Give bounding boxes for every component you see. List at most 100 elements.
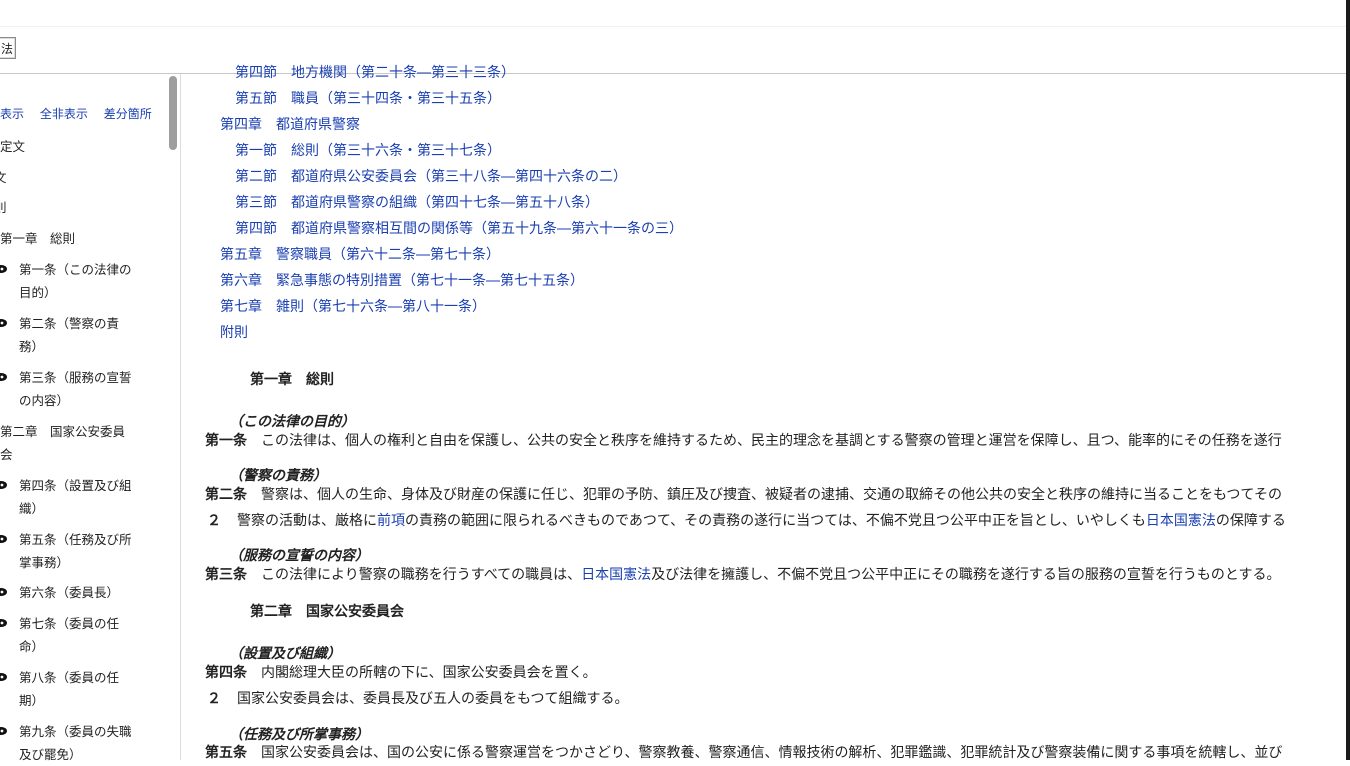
paragraph-text: の保障する — [1215, 513, 1286, 529]
label-line: 務） — [19, 339, 45, 354]
sidebar-item-label: 第一条（この法律の 目的） — [19, 258, 145, 304]
label-line: の内容） — [19, 393, 70, 408]
toolbar-divider — [0, 26, 1350, 27]
sidebar-item-label: 第五条（任務及び所 掌事務） — [19, 528, 145, 574]
article-4-paragraph-2: ２ 国家公安委員会は、委員長及び五人の委員をもつて組織する。 — [205, 688, 628, 708]
sidebar-item-label: 第八条（委員の任 期） — [19, 666, 145, 712]
eye-icon — [0, 727, 7, 735]
eye-icon — [0, 535, 7, 543]
constitution-link[interactable]: 日本国憲法 — [581, 567, 651, 583]
article-text: この法律は、個人の権利と自由を保護し、公共の安全と秩序を維持するため、民主的理念… — [261, 433, 1282, 449]
sidebar-divider — [180, 74, 181, 760]
sidebar-item-article3[interactable]: 第三条（服務の宣誓 の内容） — [0, 366, 150, 412]
sidebar-item-article6[interactable]: 第六条（委員長） — [0, 581, 150, 604]
label-line: 目的） — [19, 285, 57, 300]
diff-button[interactable]: 差分箇所 — [104, 107, 152, 121]
toc-link[interactable]: 第二節 都道府県公安委員会（第三十八条―第四十六条の二） — [235, 166, 627, 186]
toc-link[interactable]: 第四章 都道府県警察 — [220, 114, 360, 134]
eye-icon — [0, 373, 7, 381]
article-number: 第一条 — [205, 433, 247, 449]
sidebar-item-chapter1[interactable]: 第一章 総則 — [0, 227, 75, 250]
article-caption: （この法律の目的） — [229, 414, 355, 430]
sidebar-scrollbar-thumb[interactable] — [169, 76, 177, 150]
article-caption: （設置及び組織） — [229, 646, 341, 662]
label-line: 第九条（委員の失職 — [19, 724, 132, 739]
show-all-button[interactable]: 表示 — [0, 107, 24, 121]
label-line: 期） — [19, 693, 45, 708]
toc-link[interactable]: 第一節 総則（第三十六条・第三十七条） — [235, 140, 501, 160]
sidebar-item-article9[interactable]: 第九条（委員の失職 及び罷免） — [0, 720, 150, 766]
paragraph-text: 国家公安委員会は、委員長及び五人の委員をもつて組織する。 — [237, 691, 629, 707]
sidebar-scrollbar[interactable] — [167, 74, 179, 760]
label-line: 会 — [0, 447, 13, 462]
article-text: 警察は、個人の生命、身体及び財産の保護に任じ、犯罪の予防、鎮圧及び捜査、被疑者の… — [261, 487, 1283, 503]
article-text: この法律により警察の職務を行うすべての職員は、 — [261, 567, 582, 583]
sidebar-toggles: 表示 全非表示 差分箇所 — [0, 105, 164, 122]
article-number: 第五条 — [205, 745, 247, 761]
label-line: 織） — [19, 501, 45, 516]
toc-link[interactable]: 第四節 地方機関（第二十条―第三十三条） — [235, 62, 515, 82]
sidebar-item-article4[interactable]: 第四条（設置及び組 織） — [0, 474, 150, 520]
law-search-box[interactable]: 法 — [0, 37, 16, 59]
hide-all-button[interactable]: 全非表示 — [40, 107, 88, 121]
article-caption: （服務の宣誓の内容） — [229, 548, 369, 564]
toc-link[interactable]: 附則 — [220, 322, 248, 342]
sidebar-item-article5[interactable]: 第五条（任務及び所 掌事務） — [0, 528, 150, 574]
label-line: 第八条（委員の任 — [19, 670, 120, 685]
toc-link[interactable]: 第三節 都道府県警察の組織（第四十七条―第五十八条） — [235, 192, 599, 212]
article-number: 第四条 — [205, 665, 247, 681]
paragraph-number: ２ — [207, 513, 221, 529]
sidebar-item-label: 第九条（委員の失職 及び罷免） — [19, 720, 145, 766]
sidebar-item-main[interactable]: 文 — [0, 166, 7, 189]
eye-icon — [0, 481, 7, 489]
article-4: 第四条 内閣総理大臣の所轄の下に、国家公安委員会を置く。 — [205, 662, 597, 682]
label-line: 第六条（委員長） — [19, 585, 120, 600]
article-2: 第二条 警察は、個人の生命、身体及び財産の保護に任じ、犯罪の予防、鎮圧及び捜査、被… — [205, 484, 1282, 504]
sidebar-item-preamble[interactable]: 定文 — [0, 135, 25, 158]
label-line: 掌事務） — [19, 555, 70, 570]
sidebar-item-label: 第六条（委員長） — [19, 581, 145, 604]
top-toolbar: 法 — [0, 0, 1350, 74]
eye-icon — [0, 265, 7, 273]
sidebar-item-rules[interactable]: 則 — [0, 196, 7, 219]
label-line: 第四条（設置及び組 — [19, 478, 132, 493]
toc-link[interactable]: 第五章 警察職員（第六十二条―第七十条） — [220, 244, 500, 264]
label-line: 命） — [19, 639, 45, 654]
sidebar-item-article1[interactable]: 第一条（この法律の 目的） — [0, 258, 150, 304]
chapter-heading: 第一章 総則 — [250, 372, 334, 388]
sidebar-item-label: 第二条（警察の責 務） — [19, 312, 145, 358]
article-caption: （任務及び所掌事務） — [229, 727, 369, 743]
article-number: 第三条 — [205, 567, 247, 583]
chapter-heading: 第二章 国家公安委員会 — [250, 604, 404, 620]
eye-icon — [0, 319, 7, 327]
paragraph-text: 警察の活動は、厳格に — [237, 513, 377, 529]
sidebar-item-label: 第七条（委員の任 命） — [19, 612, 145, 658]
article-3: 第三条 この法律により警察の職務を行うすべての職員は、日本国憲法及び法律を擁護し、… — [205, 564, 1281, 584]
window-edge — [1346, 0, 1350, 760]
sidebar-item-article8[interactable]: 第八条（委員の任 期） — [0, 666, 150, 712]
sidebar-item-article7[interactable]: 第七条（委員の任 命） — [0, 612, 150, 658]
sidebar-item-article2[interactable]: 第二条（警察の責 務） — [0, 312, 150, 358]
article-5: 第五条 国家公安委員会は、国の公安に係る警察運営をつかさどり、警察教養、警察通信、… — [205, 742, 1282, 762]
eye-icon — [0, 619, 7, 627]
article-text: 内閣総理大臣の所轄の下に、国家公安委員会を置く。 — [261, 665, 597, 681]
previous-paragraph-link[interactable]: 前項 — [377, 513, 405, 529]
eye-icon — [0, 588, 7, 596]
constitution-link[interactable]: 日本国憲法 — [1146, 513, 1216, 529]
sidebar-item-chapter2[interactable]: 第二章 国家公安委員 会 — [0, 420, 125, 466]
article-2-paragraph-2: ２ 警察の活動は、厳格に前項の責務の範囲に限られるべきものであつて、その責務の遂行… — [205, 510, 1286, 530]
toc-link[interactable]: 第五節 職員（第三十四条・第三十五条） — [235, 88, 501, 108]
toc-link[interactable]: 第四節 都道府県警察相互間の関係等（第五十九条―第六十一条の三） — [235, 218, 683, 238]
label-line: 第七条（委員の任 — [19, 616, 120, 631]
article-text: 及び法律を擁護し、不偏不党且つ公平中正にその職務を遂行する旨の服務の宣誓を行うも… — [651, 567, 1281, 583]
label-line: 第五条（任務及び所 — [19, 532, 132, 547]
sidebar-item-label: 第四条（設置及び組 織） — [19, 474, 145, 520]
sidebar-item-label: 第三条（服務の宣誓 の内容） — [19, 366, 145, 412]
paragraph-text: の責務の範囲に限られるべきものであつて、その責務の遂行に当つては、不偏不党且つ公… — [405, 513, 1146, 529]
article-number: 第二条 — [205, 487, 247, 503]
toc-link[interactable]: 第六章 緊急事態の特別措置（第七十一条―第七十五条） — [220, 270, 584, 290]
label-line: 第三条（服務の宣誓 — [19, 370, 132, 385]
paragraph-number: ２ — [207, 691, 221, 707]
article-text: 国家公安委員会は、国の公安に係る警察運営をつかさどり、警察教養、警察通信、情報技… — [261, 745, 1283, 761]
toc-link[interactable]: 第七章 雑則（第七十六条―第八十一条） — [220, 296, 486, 316]
